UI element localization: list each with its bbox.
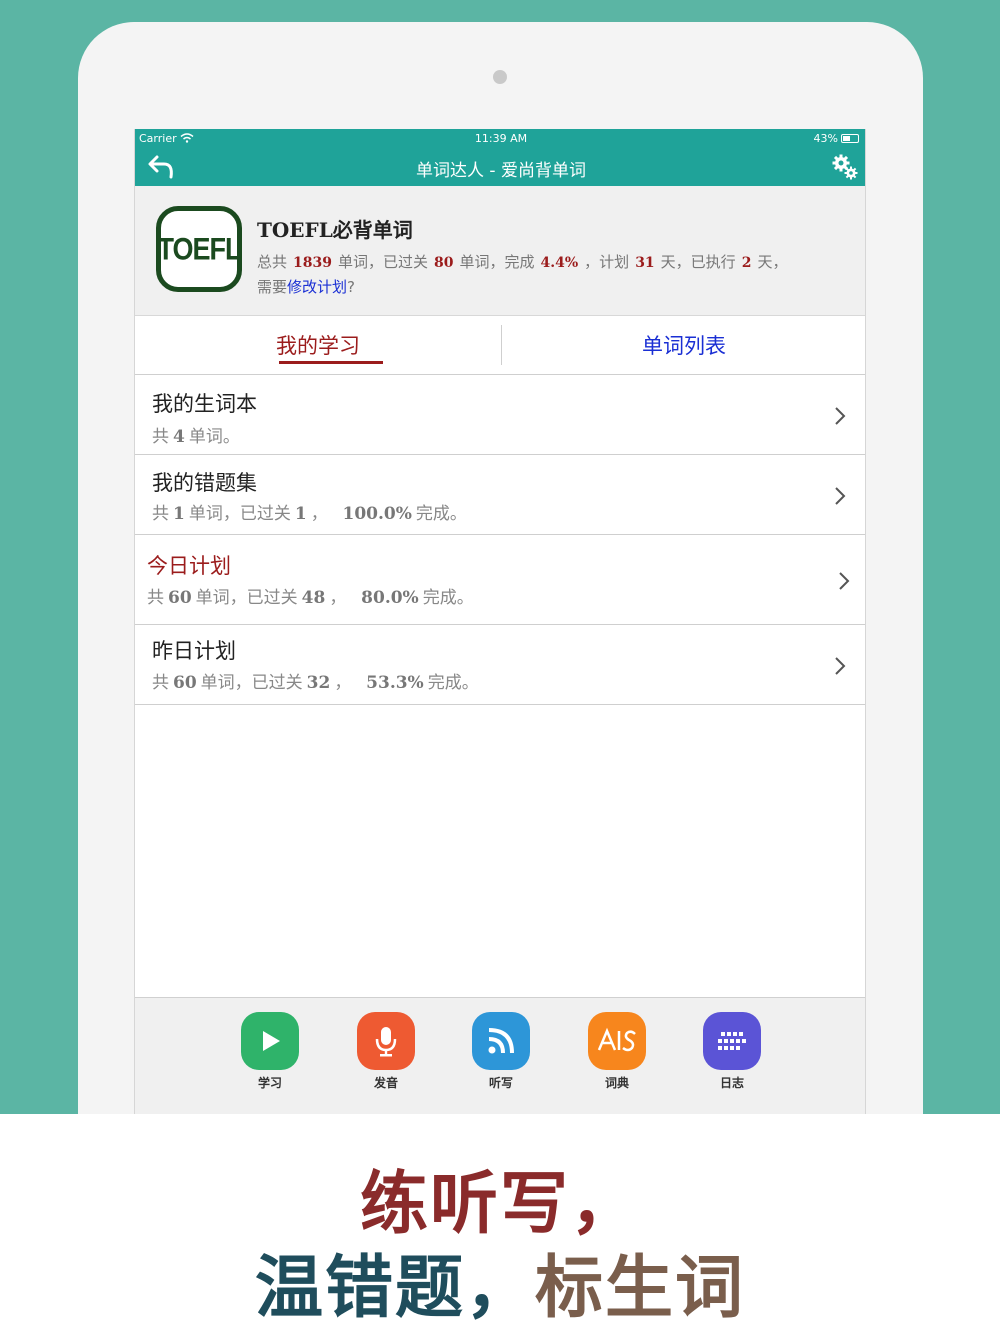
toolbar-label: 日志: [719, 1076, 744, 1090]
status-time: 11:39 AM: [474, 132, 528, 145]
row-passed: 32: [306, 673, 331, 693]
app-screen: Carrier 11:39 AM 43% 单词达人 - 爱尚背单词 TOEFL …: [134, 129, 866, 1114]
toolbar-dictionary-button[interactable]: 词典: [577, 1012, 657, 1091]
navigation-bar: Carrier 11:39 AM 43% 单词达人 - 爱尚背单词: [135, 129, 865, 186]
row-title: 我的生词本: [152, 392, 257, 416]
stats-total: 1839: [293, 255, 332, 271]
toolbar-label: 发音: [373, 1076, 398, 1090]
chevron-right-icon: [835, 407, 846, 425]
toolbar-label: 学习: [257, 1076, 282, 1090]
row-text: 共: [152, 504, 169, 524]
segment-tabs: 我的学习 单词列表: [135, 317, 865, 375]
list-item-today-plan[interactable]: 今日计划 共 60 单词，已过关 48， 80.0% 完成。: [135, 535, 865, 625]
gears-icon[interactable]: [831, 153, 859, 181]
book-stats: 总共 1839 单词，已过关 80 单词，完成 4.4% ，计划 31 天，已执行 2 天， 需要修…: [257, 250, 847, 299]
row-percent: 80.0%: [361, 588, 419, 608]
row-title: 昨日计划: [152, 639, 236, 663]
bottom-toolbar: 学习 发音 听写 词典 日志: [135, 997, 865, 1114]
edit-plan-link[interactable]: 修改计划: [287, 278, 347, 296]
row-text: 单词。: [188, 427, 240, 447]
caption-line-2-part-b: 标生词: [535, 1248, 746, 1328]
stats-text: ，计划: [584, 253, 630, 271]
row-percent: 100.0%: [342, 504, 412, 524]
logo-text: TOEFL: [157, 231, 242, 266]
rss-icon: [472, 1012, 530, 1070]
stats-text: 天，已执行: [660, 253, 736, 271]
battery-icon: [841, 134, 859, 143]
book-header: TOEFL TOEFL必背单词 总共 1839 单词，已过关 80 单词，完成 4.4% ，…: [135, 186, 865, 316]
book-title: TOEFL必背单词: [257, 218, 413, 242]
calendar-grid-icon: [703, 1012, 761, 1070]
row-subtitle: 共 60 单词，已过关 32， 53.3% 完成。: [152, 668, 479, 693]
row-text: ，: [329, 588, 347, 608]
row-text: 单词，已过关: [195, 588, 298, 608]
stats-text: ?: [347, 278, 355, 296]
toolbar-log-button[interactable]: 日志: [692, 1012, 772, 1091]
list-item-yesterday-plan[interactable]: 昨日计划 共 60 单词，已过关 32， 53.3% 完成。: [135, 625, 865, 705]
row-total: 1: [173, 504, 185, 524]
tab-active-indicator: [279, 361, 383, 364]
row-subtitle: 共 60 单词，已过关 48， 80.0% 完成。: [147, 583, 474, 608]
toolbar-pronounce-button[interactable]: 发音: [346, 1012, 426, 1091]
stats-done-days: 2: [741, 255, 752, 271]
toolbar-dictation-button[interactable]: 听写: [461, 1012, 541, 1091]
status-battery: 43%: [814, 132, 859, 145]
row-text: ，: [334, 673, 352, 693]
row-text: 完成。: [422, 588, 474, 608]
tab-word-list[interactable]: 单词列表: [501, 317, 865, 375]
row-text: 完成。: [415, 504, 467, 524]
dictionary-icon: [588, 1012, 646, 1070]
row-text: ，: [310, 504, 328, 524]
stats-text: 需要: [257, 278, 288, 296]
caption-line-2-part-a: 温错题，: [254, 1248, 535, 1328]
toolbar-study-button[interactable]: 学习: [230, 1012, 310, 1091]
chevron-right-icon: [835, 657, 846, 675]
row-text: 共: [152, 427, 169, 447]
list-item-new-words[interactable]: 我的生词本 共 4 单词。: [135, 376, 865, 455]
row-text: 共: [152, 673, 169, 693]
caption-line-2: 温错题，标生词: [0, 1232, 1000, 1331]
row-total: 4: [173, 427, 185, 447]
camera-dot: [493, 70, 507, 84]
play-icon: [241, 1012, 299, 1070]
row-subtitle: 共 1 单词，已过关 1， 100.0% 完成。: [152, 499, 467, 524]
tab-my-study[interactable]: 我的学习: [135, 317, 501, 375]
chevron-right-icon: [839, 572, 850, 590]
stats-plan-days: 31: [635, 255, 655, 271]
row-percent: 53.3%: [366, 673, 424, 693]
stats-passed: 80: [434, 255, 454, 271]
battery-percent: 43%: [813, 132, 838, 145]
nav-title: 单词达人 - 爱尚背单词: [416, 161, 586, 181]
stats-percent: 4.4%: [540, 255, 579, 271]
stats-text: 单词，已过关: [337, 253, 428, 271]
stats-text: 单词，完成: [459, 253, 535, 271]
list-item-wrong-answers[interactable]: 我的错题集 共 1 单词，已过关 1， 100.0% 完成。: [135, 455, 865, 535]
row-total: 60: [168, 588, 192, 608]
chevron-right-icon: [835, 487, 846, 505]
row-text: 单词，已过关: [188, 504, 291, 524]
row-passed: 1: [294, 504, 307, 524]
row-text: 完成。: [427, 673, 479, 693]
toolbar-label: 听写: [488, 1076, 513, 1090]
row-total: 60: [173, 673, 197, 693]
row-title: 今日计划: [147, 554, 231, 578]
promo-caption: 练听写， 温错题，标生词: [0, 1114, 1000, 1334]
row-text: 共: [147, 588, 164, 608]
row-title: 我的错题集: [152, 471, 257, 495]
row-passed: 48: [301, 588, 326, 608]
row-subtitle: 共 4 单词。: [152, 422, 240, 447]
toolbar-label: 词典: [604, 1076, 629, 1090]
toefl-logo: TOEFL: [156, 206, 242, 292]
stats-text: 总共: [257, 253, 288, 271]
row-text: 单词，已过关: [200, 673, 303, 693]
microphone-icon: [357, 1012, 415, 1070]
stats-text: 天，: [757, 253, 788, 271]
